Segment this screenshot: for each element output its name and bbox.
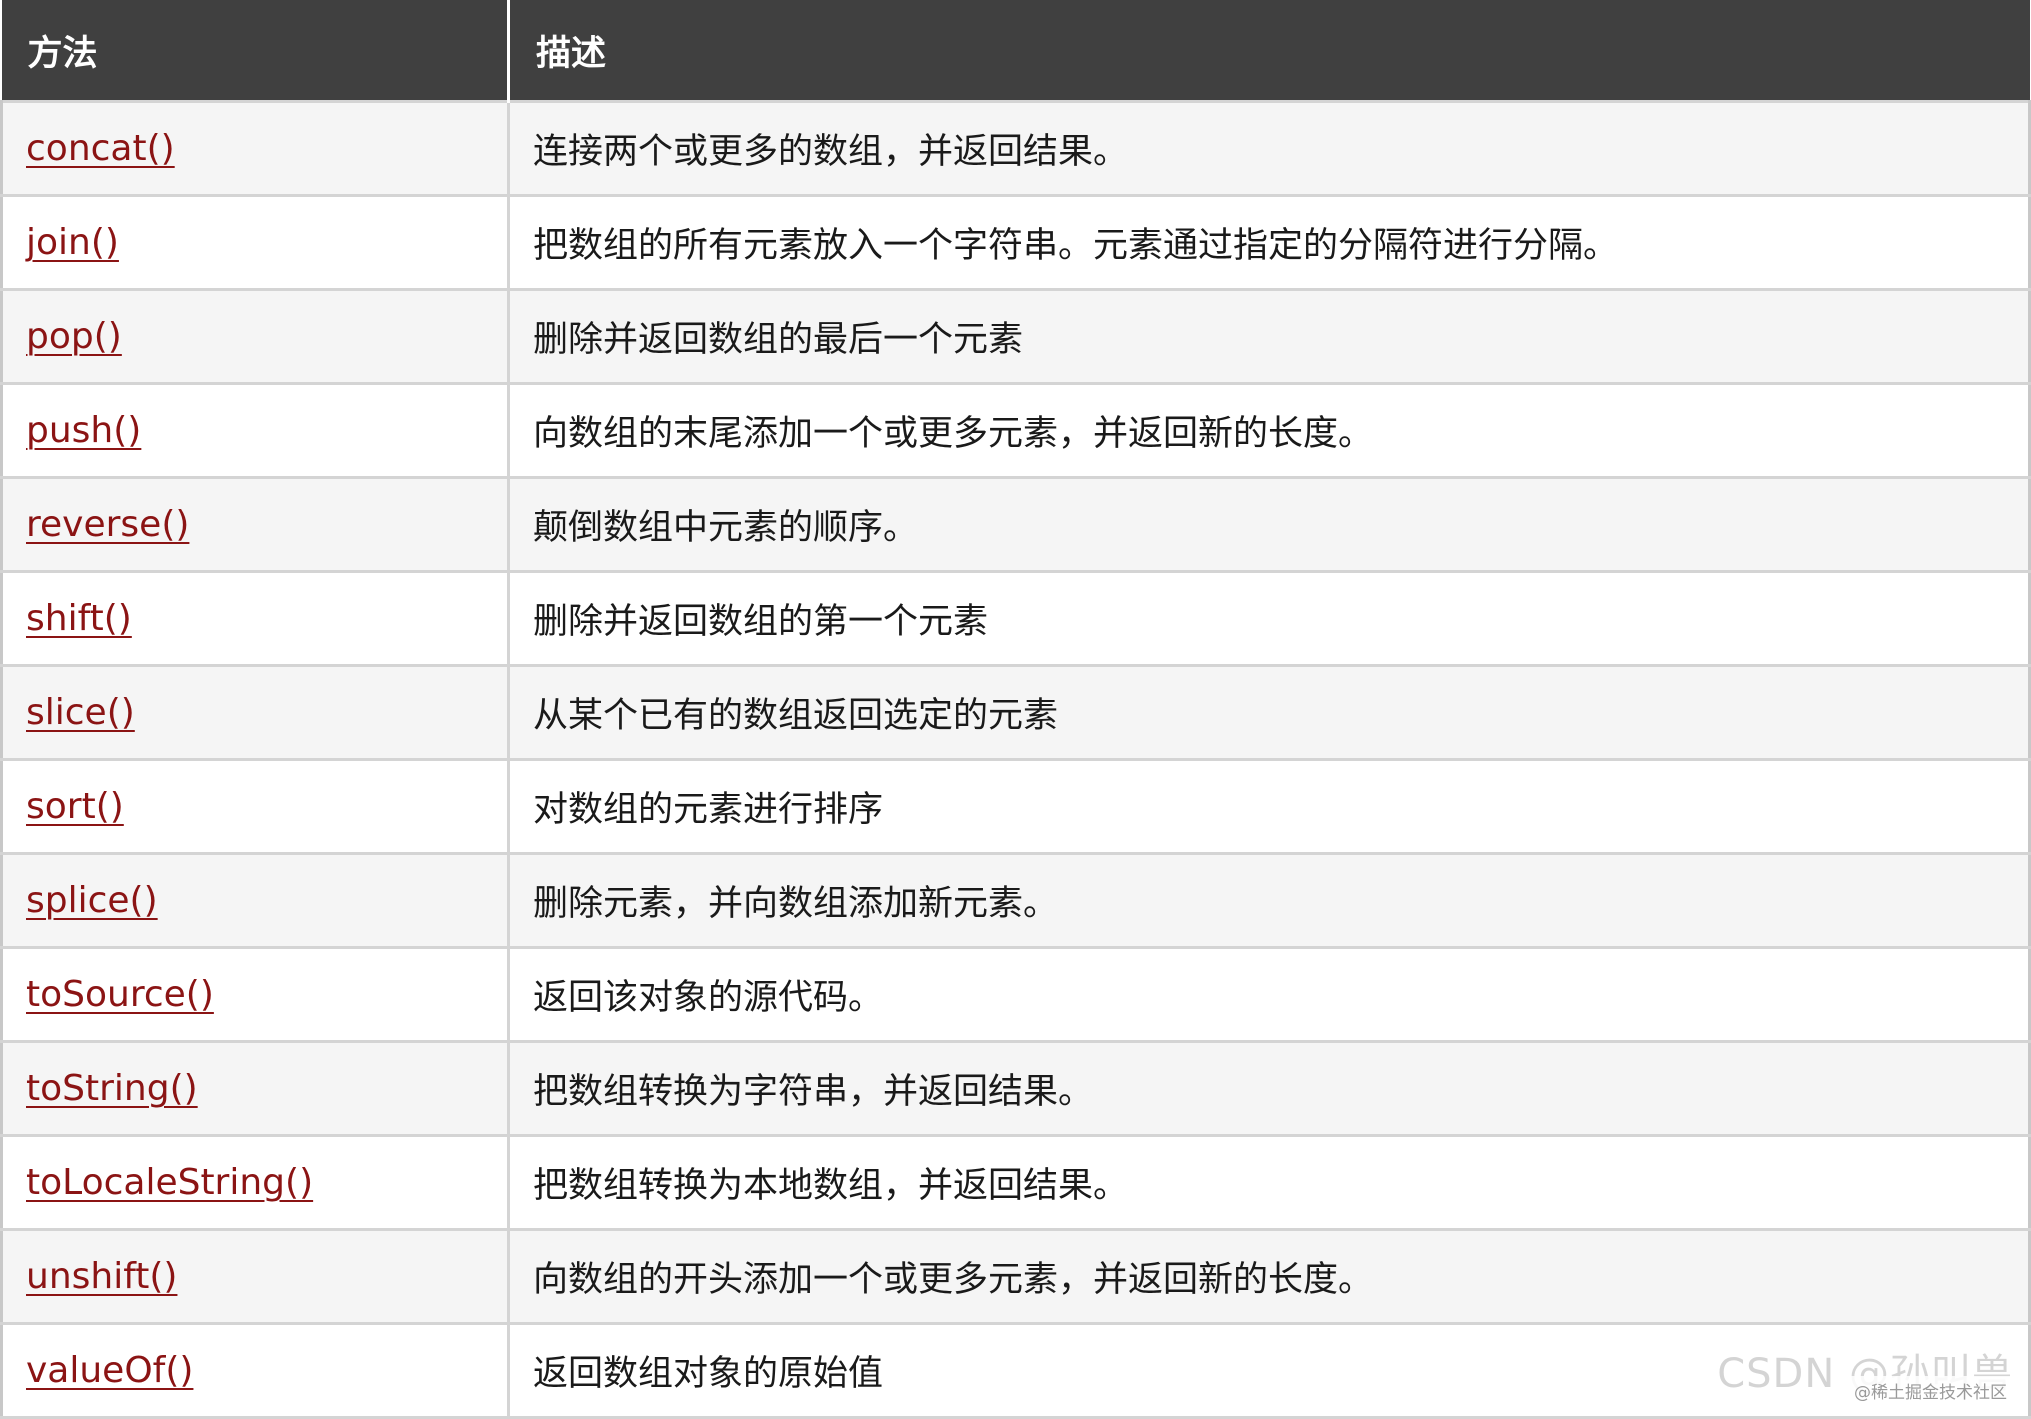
method-description: 连接两个或更多的数组，并返回结果。 xyxy=(533,132,1129,172)
method-link[interactable]: splice() xyxy=(26,880,158,921)
table-row: pop() 删除并返回数组的最后一个元素 xyxy=(0,288,2031,385)
method-description: 从某个已有的数组返回选定的元素 xyxy=(533,696,1059,736)
method-description: 删除并返回数组的第一个元素 xyxy=(533,602,989,642)
description-cell: 向数组的开头添加一个或更多元素，并返回新的长度。 xyxy=(507,1228,2031,1325)
table-row: reverse() 颠倒数组中元素的顺序。 xyxy=(0,476,2031,573)
method-cell: join() xyxy=(0,194,510,291)
header-method: 方法 xyxy=(1,0,510,102)
method-link[interactable]: toString() xyxy=(26,1068,198,1109)
method-description: 对数组的元素进行排序 xyxy=(533,790,884,830)
description-cell: 删除并返回数组的最后一个元素 xyxy=(507,288,2031,385)
table-row: join() 把数组的所有元素放入一个字符串。元素通过指定的分隔符进行分隔。 xyxy=(0,194,2031,291)
description-cell: 从某个已有的数组返回选定的元素 xyxy=(507,664,2031,761)
method-description: 返回数组对象的原始值 xyxy=(533,1354,884,1394)
description-cell: 把数组转换为字符串，并返回结果。 xyxy=(507,1040,2031,1137)
method-cell: reverse() xyxy=(0,476,510,573)
table-row: shift() 删除并返回数组的第一个元素 xyxy=(0,570,2031,667)
method-cell: shift() xyxy=(0,570,510,667)
method-description: 删除元素，并向数组添加新元素。 xyxy=(533,884,1059,924)
method-cell: concat() xyxy=(0,100,510,197)
method-description: 把数组转换为本地数组，并返回结果。 xyxy=(533,1166,1129,1206)
method-cell: toString() xyxy=(0,1040,510,1137)
method-cell: pop() xyxy=(0,288,510,385)
table-header-row: 方法 描述 xyxy=(1,0,2030,102)
method-cell: sort() xyxy=(0,758,510,855)
table-row: push() 向数组的末尾添加一个或更多元素，并返回新的长度。 xyxy=(0,382,2031,479)
method-link[interactable]: shift() xyxy=(26,598,132,639)
method-link[interactable]: toSource() xyxy=(26,974,214,1015)
table-row: unshift() 向数组的开头添加一个或更多元素，并返回新的长度。 xyxy=(0,1228,2031,1325)
description-cell: 颠倒数组中元素的顺序。 xyxy=(507,476,2031,573)
description-cell: 把数组的所有元素放入一个字符串。元素通过指定的分隔符进行分隔。 xyxy=(507,194,2031,291)
description-cell: 返回该对象的源代码。 xyxy=(507,946,2031,1043)
table-row: toString() 把数组转换为字符串，并返回结果。 xyxy=(0,1040,2031,1137)
method-description: 向数组的开头添加一个或更多元素，并返回新的长度。 xyxy=(533,1260,1374,1300)
table-row: splice() 删除元素，并向数组添加新元素。 xyxy=(0,852,2031,949)
description-cell: 向数组的末尾添加一个或更多元素，并返回新的长度。 xyxy=(507,382,2031,479)
method-link[interactable]: concat() xyxy=(26,128,175,169)
method-cell: toSource() xyxy=(0,946,510,1043)
description-cell: 对数组的元素进行排序 xyxy=(507,758,2031,855)
table-body: concat() 连接两个或更多的数组，并返回结果。 join() 把数组的所有… xyxy=(0,100,2031,1419)
method-link[interactable]: slice() xyxy=(26,692,135,733)
table-row: toSource() 返回该对象的源代码。 xyxy=(0,946,2031,1043)
method-description: 颠倒数组中元素的顺序。 xyxy=(533,508,919,548)
method-link[interactable]: sort() xyxy=(26,786,124,827)
description-cell: 删除元素，并向数组添加新元素。 xyxy=(507,852,2031,949)
description-cell: 把数组转换为本地数组，并返回结果。 xyxy=(507,1134,2031,1231)
method-cell: splice() xyxy=(0,852,510,949)
header-description: 描述 xyxy=(508,0,2030,102)
method-description: 删除并返回数组的最后一个元素 xyxy=(533,320,1024,360)
method-link[interactable]: reverse() xyxy=(26,504,189,545)
table-row: slice() 从某个已有的数组返回选定的元素 xyxy=(0,664,2031,761)
method-cell: slice() xyxy=(0,664,510,761)
array-methods-table: 方法 描述 concat() 连接两个或更多的数组，并返回结果。 join() … xyxy=(0,0,2031,1419)
watermark-sub: @稀土掘金技术社区 xyxy=(1850,1376,2011,1405)
method-link[interactable]: toLocaleString() xyxy=(26,1162,313,1203)
method-description: 把数组转换为字符串，并返回结果。 xyxy=(533,1072,1094,1112)
method-link[interactable]: valueOf() xyxy=(26,1350,193,1391)
table-row: toLocaleString() 把数组转换为本地数组，并返回结果。 xyxy=(0,1134,2031,1231)
method-link[interactable]: pop() xyxy=(26,316,122,357)
method-cell: unshift() xyxy=(0,1228,510,1325)
table-row: sort() 对数组的元素进行排序 xyxy=(0,758,2031,855)
description-cell: 连接两个或更多的数组，并返回结果。 xyxy=(507,100,2031,197)
table-row: concat() 连接两个或更多的数组，并返回结果。 xyxy=(0,100,2031,197)
method-cell: toLocaleString() xyxy=(0,1134,510,1231)
method-description: 向数组的末尾添加一个或更多元素，并返回新的长度。 xyxy=(533,414,1374,454)
method-link[interactable]: unshift() xyxy=(26,1256,177,1297)
method-link[interactable]: push() xyxy=(26,410,141,451)
description-cell: 删除并返回数组的第一个元素 xyxy=(507,570,2031,667)
method-description: 把数组的所有元素放入一个字符串。元素通过指定的分隔符进行分隔。 xyxy=(533,226,1619,266)
method-link[interactable]: join() xyxy=(26,222,119,263)
method-cell: push() xyxy=(0,382,510,479)
method-cell: valueOf() xyxy=(0,1322,510,1419)
method-description: 返回该对象的源代码。 xyxy=(533,978,884,1018)
